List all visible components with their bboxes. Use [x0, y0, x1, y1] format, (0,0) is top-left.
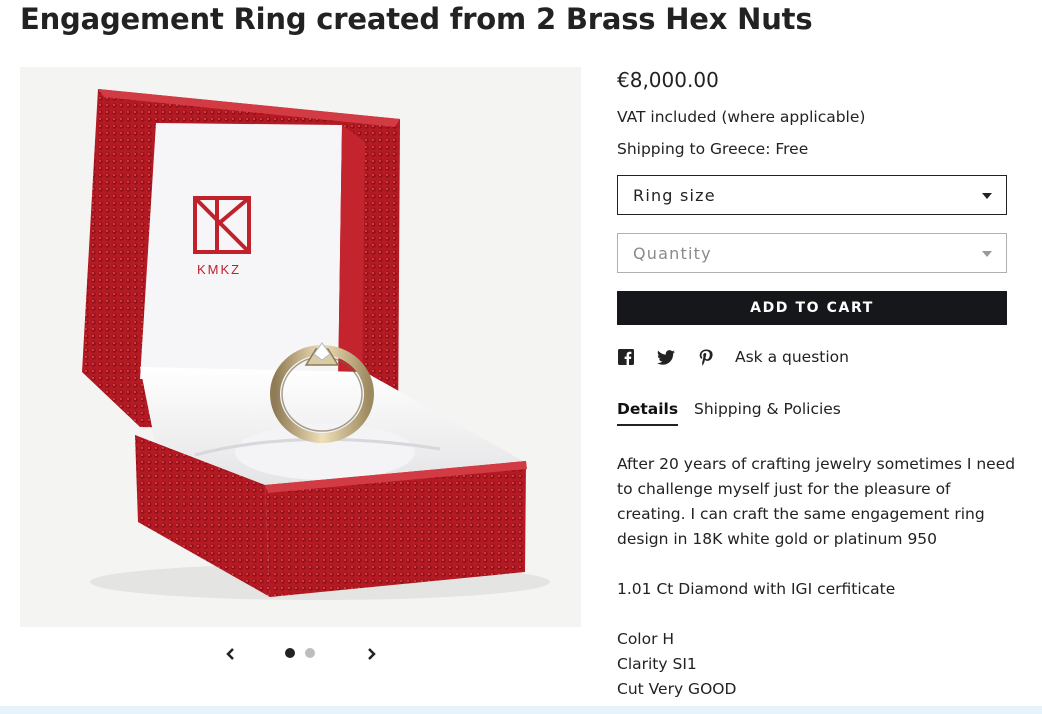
- twitter-icon[interactable]: [657, 348, 675, 366]
- bottom-bar: [0, 706, 1042, 714]
- description-paragraph: After 20 years of crafting jewelry somet…: [617, 455, 1016, 548]
- ask-question-link[interactable]: Ask a question: [735, 348, 849, 366]
- description-color-line: Color H: [617, 630, 675, 648]
- shipping-note: Shipping to Greece: Free: [617, 140, 809, 158]
- ring-box-photo: KMKZ: [82, 89, 550, 600]
- description-clarity-line: Clarity SI1: [617, 655, 697, 673]
- add-to-cart-button[interactable]: ADD TO CART: [617, 291, 1007, 325]
- share-row: Ask a question: [617, 346, 849, 368]
- carousel-dot-2[interactable]: [305, 648, 315, 658]
- product-price: €8,000.00: [617, 68, 719, 92]
- tab-shipping-policies[interactable]: Shipping & Policies: [694, 400, 841, 424]
- product-title: Engagement Ring created from 2 Brass Hex…: [20, 2, 813, 36]
- ring-size-select[interactable]: Ring size: [617, 175, 1007, 215]
- description-cut-line: Cut Very GOOD: [617, 680, 737, 698]
- caret-down-icon: [982, 251, 992, 257]
- product-image[interactable]: KMKZ: [20, 67, 581, 627]
- image-carousel-controls: [20, 640, 581, 668]
- pinterest-icon[interactable]: [697, 348, 715, 366]
- box-logo-text: KMKZ: [197, 262, 241, 277]
- quantity-label: Quantity: [633, 243, 712, 263]
- carousel-dot-1[interactable]: [285, 648, 295, 658]
- tab-details[interactable]: Details: [617, 400, 679, 426]
- quantity-select[interactable]: Quantity: [617, 233, 1007, 273]
- ring-size-label: Ring size: [633, 185, 716, 205]
- product-description: After 20 years of crafting jewelry somet…: [617, 452, 1017, 702]
- chevron-right-icon[interactable]: [362, 642, 382, 666]
- description-diamond-line: 1.01 Ct Diamond with IGI cerfiticate: [617, 580, 896, 598]
- caret-down-icon: [982, 193, 992, 199]
- vat-note: VAT included (where applicable): [617, 108, 866, 126]
- facebook-icon[interactable]: [617, 348, 635, 366]
- chevron-left-icon[interactable]: [220, 642, 240, 666]
